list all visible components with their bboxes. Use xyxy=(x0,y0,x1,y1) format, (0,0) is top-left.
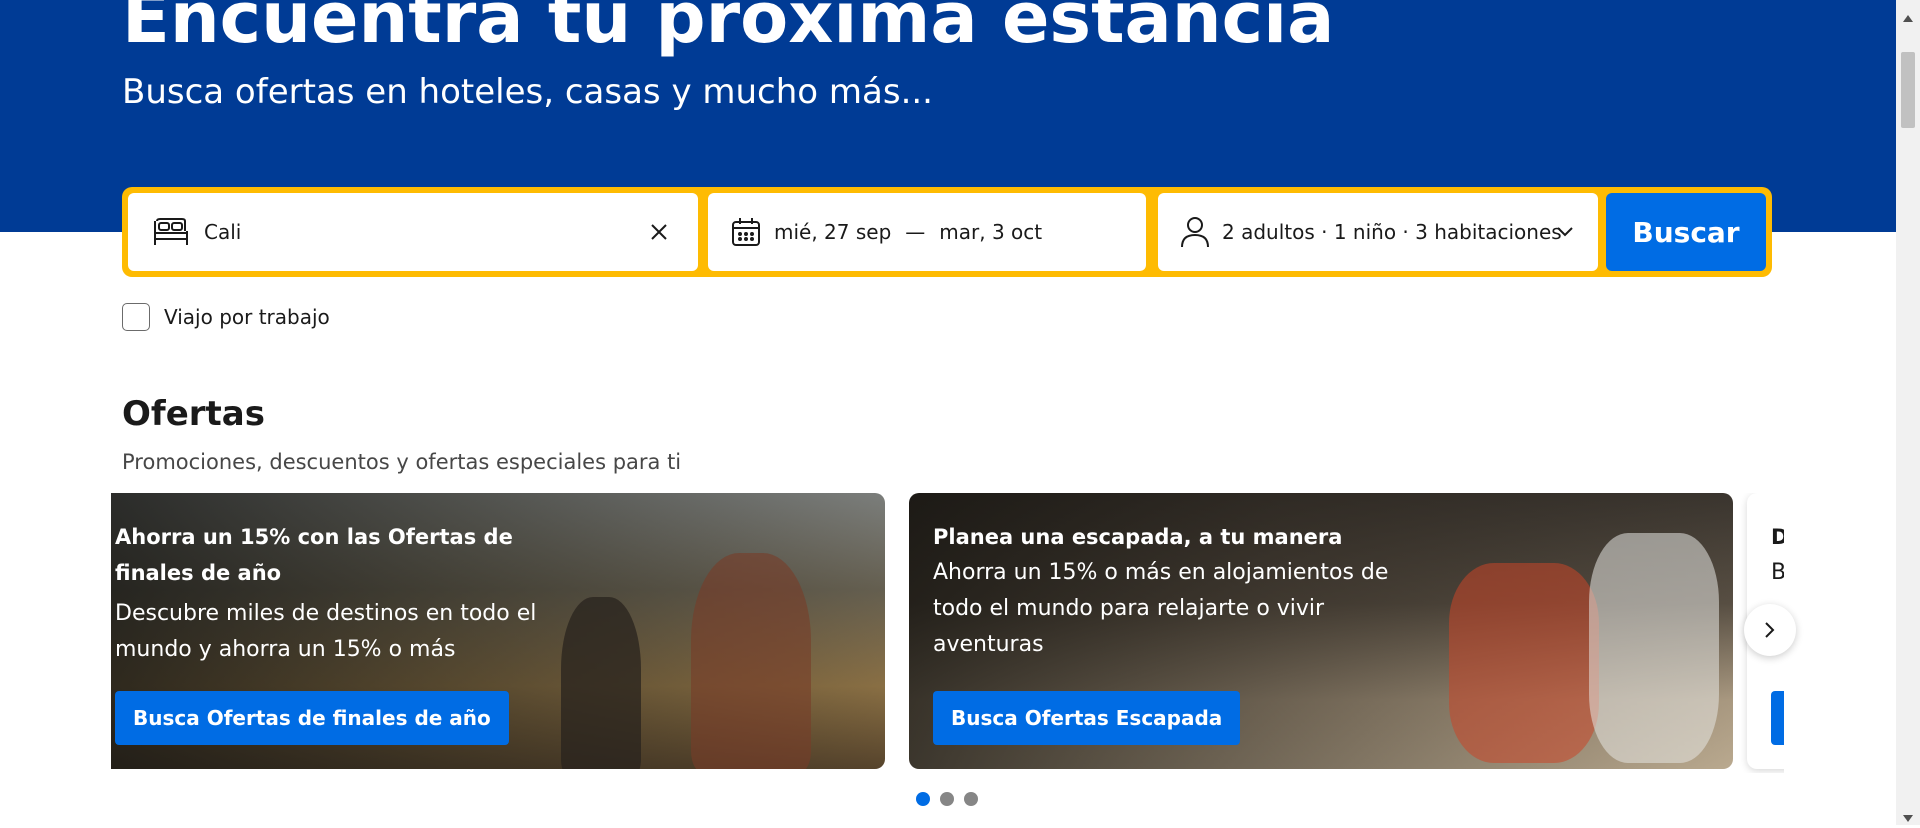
offer-card-button[interactable]: Busca Ofertas de finales de año xyxy=(115,691,509,745)
carousel-dot[interactable] xyxy=(916,792,930,806)
hiker-image xyxy=(691,553,811,769)
page-title: Encuentra tu próxima estancia xyxy=(122,0,1335,59)
scroll-up-icon[interactable] xyxy=(1902,8,1914,22)
business-trip-toggle[interactable]: Viajo por trabajo xyxy=(122,303,330,331)
page-scrollbar[interactable] xyxy=(1896,0,1920,825)
scroll-down-icon[interactable] xyxy=(1902,809,1914,822)
hikers-image xyxy=(561,597,641,769)
guests-summary[interactable]: 2 adultos · 1 niño · 3 habitaciones xyxy=(1222,220,1562,244)
offer-card[interactable]: Ahorra un 15% con las Ofertas de finales… xyxy=(111,493,885,769)
offer-card-button[interactable]: Busca Ofertas Escapada xyxy=(933,691,1241,745)
scroll-thumb[interactable] xyxy=(1901,52,1915,128)
destination-input[interactable]: Cali xyxy=(204,220,241,244)
search-button[interactable]: Buscar xyxy=(1606,193,1766,271)
search-bar: Cali mié, 27 sep — mar, 3 oct 2 adultos … xyxy=(122,187,1772,277)
carousel-dot[interactable] xyxy=(964,792,978,806)
beach-image xyxy=(1589,533,1719,763)
offer-card-button[interactable] xyxy=(1771,691,1784,745)
offer-card-description: Ahorra un 15% o más en alojamientos de t… xyxy=(933,560,1389,657)
offers-carousel: Ahorra un 15% con las Ofertas de finales… xyxy=(111,493,1784,773)
offer-card-title: Planea una escapada, a tu manera xyxy=(933,525,1343,549)
carousel-pagination xyxy=(916,792,978,806)
family-image xyxy=(1449,563,1599,763)
check-out-date[interactable]: mar, 3 oct xyxy=(939,220,1042,244)
offers-subtitle: Promociones, descuentos y ofertas especi… xyxy=(122,450,682,474)
offer-card-description: B xyxy=(1771,560,1784,585)
offer-card-description: Descubre miles de destinos en todo el mu… xyxy=(115,601,537,662)
person-icon xyxy=(1180,216,1210,248)
offers-title: Ofertas xyxy=(122,394,265,434)
destination-field[interactable]: Cali xyxy=(128,193,698,271)
offer-card-title: Ahorra un 15% con las Ofertas de finales… xyxy=(115,525,513,585)
carousel-next-button[interactable] xyxy=(1744,604,1796,656)
chevron-right-icon xyxy=(1764,621,1776,639)
calendar-icon xyxy=(730,216,762,248)
offer-card[interactable]: Planea una escapada, a tu manera Ahorra … xyxy=(909,493,1733,769)
chevron-down-icon[interactable] xyxy=(1554,221,1576,243)
close-icon[interactable] xyxy=(644,217,674,247)
offer-card-title: D xyxy=(1771,525,1784,549)
check-in-date[interactable]: mié, 27 sep xyxy=(774,220,891,244)
guests-field[interactable]: 2 adultos · 1 niño · 3 habitaciones xyxy=(1158,193,1598,271)
bed-icon xyxy=(152,217,190,247)
date-separator: — xyxy=(905,220,926,244)
date-range-field[interactable]: mié, 27 sep — mar, 3 oct xyxy=(708,193,1146,271)
business-trip-label: Viajo por trabajo xyxy=(164,305,330,329)
page-subtitle: Busca ofertas en hoteles, casas y mucho … xyxy=(122,72,933,112)
carousel-dot[interactable] xyxy=(940,792,954,806)
business-trip-checkbox[interactable] xyxy=(122,303,150,331)
